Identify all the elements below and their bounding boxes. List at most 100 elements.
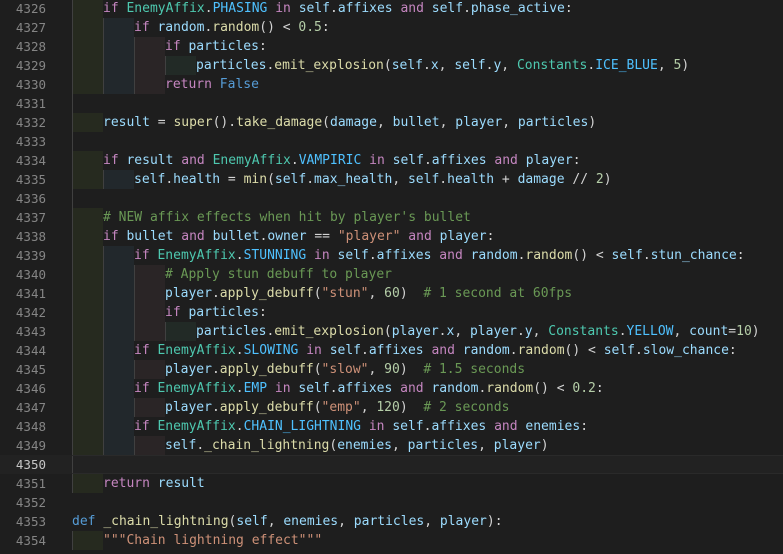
code-token: , xyxy=(368,286,385,301)
code-line[interactable]: 4335 self.health = min(self.max_health, s… xyxy=(0,170,783,189)
code-line[interactable]: 4347 player.apply_debuff("emp", 120) # 2 … xyxy=(0,398,783,417)
code-token: # Apply stun debuff to player xyxy=(165,267,392,282)
code-token: player xyxy=(165,400,212,415)
code-text: if bullet and bullet.owner == "player" a… xyxy=(103,227,494,246)
code-token: self xyxy=(431,1,464,16)
code-line[interactable]: 4353 def _chain_lightning(self, enemies, … xyxy=(0,512,783,531)
code-line[interactable]: 4351 return result xyxy=(0,474,783,493)
code-token: self xyxy=(298,381,330,396)
code-text: self._chain_lightning(enemies, particles… xyxy=(165,436,549,455)
code-line[interactable]: 4349 self._chain_lightning(enemies, parti… xyxy=(0,436,783,455)
code-line[interactable]: 4340 # Apply stun debuff to player xyxy=(0,265,783,284)
code-line[interactable]: 4354 """Chain lightning effect""" xyxy=(0,531,783,550)
indent-guide xyxy=(72,18,73,37)
code-line[interactable]: 4352 xyxy=(0,493,783,512)
code-text: if EnemyAffix.STUNNING in self.affixes a… xyxy=(134,246,745,265)
code-token: count xyxy=(689,324,729,339)
code-line[interactable]: 4332 result = super().take_damage(damage,… xyxy=(0,113,783,132)
code-line[interactable]: 4328 if particles: xyxy=(0,37,783,56)
indent-band xyxy=(72,379,103,398)
indent-guide xyxy=(72,341,73,360)
code-text: self.health = min(self.max_health, self.… xyxy=(134,170,612,189)
code-text: player.apply_debuff("stun", 60) # 1 seco… xyxy=(165,284,572,303)
code-token: . xyxy=(290,153,299,168)
line-number: 4329 xyxy=(15,58,46,73)
indent-band xyxy=(72,531,103,550)
code-token: affixes xyxy=(368,343,424,358)
code-token: 2 xyxy=(595,172,604,187)
code-token: random xyxy=(486,381,534,396)
code-line[interactable]: 4345 player.apply_debuff("slow", 90) # 1.… xyxy=(0,360,783,379)
indent-band xyxy=(72,56,103,75)
code-token: . xyxy=(509,343,518,358)
code-token: player xyxy=(165,286,212,301)
indent-band xyxy=(103,170,134,189)
code-line[interactable]: 4330 return False xyxy=(0,75,783,94)
indent-guide xyxy=(72,113,73,132)
code-line[interactable]: 4346 if EnemyAffix.EMP in self.affixes an… xyxy=(0,379,783,398)
code-token: super xyxy=(173,115,213,130)
code-line[interactable]: 4341 player.apply_debuff("stun", 60) # 1 … xyxy=(0,284,783,303)
code-token: : xyxy=(595,381,604,396)
code-token: owner xyxy=(267,229,307,244)
code-token: + xyxy=(494,172,518,187)
code-line[interactable]: 4333 xyxy=(0,132,783,151)
code-line[interactable]: 4336 xyxy=(0,189,783,208)
code-token: . xyxy=(211,362,220,377)
indent-band xyxy=(72,18,103,37)
code-line[interactable]: 4326 if EnemyAffix.PHASING in self.affixe… xyxy=(0,0,783,18)
code-token: random xyxy=(157,20,205,35)
indent-guide xyxy=(72,265,73,284)
indent-guide xyxy=(134,303,135,322)
code-token: _chain_lightning xyxy=(103,514,229,529)
code-token: """Chain lightning effect""" xyxy=(103,533,323,548)
code-token: affixes xyxy=(337,381,393,396)
code-text: if particles: xyxy=(165,37,267,56)
code-token: ) xyxy=(540,438,549,453)
code-token: self xyxy=(134,172,166,187)
code-token: : xyxy=(486,229,495,244)
code-editor[interactable]: 4326 if EnemyAffix.PHASING in self.affixe… xyxy=(0,0,783,554)
code-token: ( xyxy=(313,362,322,377)
code-token: and xyxy=(423,343,463,358)
code-line[interactable]: 4329 particles.emit_explosion(self.x, sel… xyxy=(0,56,783,75)
indent-guide xyxy=(72,227,73,246)
indent-guide xyxy=(103,360,104,379)
code-token: STUNNING xyxy=(243,248,307,263)
code-token: player xyxy=(439,514,487,529)
code-line[interactable]: 4338 if bullet and bullet.owner == "playe… xyxy=(0,227,783,246)
indent-band xyxy=(72,284,103,303)
code-line[interactable]: 4337 # NEW affix effects when hit by play… xyxy=(0,208,783,227)
indent-guide xyxy=(134,322,135,341)
code-line[interactable]: 4344 if EnemyAffix.SLOWING in self.affixe… xyxy=(0,341,783,360)
code-line[interactable]: 4342 if particles: xyxy=(0,303,783,322)
code-line[interactable]: 4327 if random.random() < 0.5: xyxy=(0,18,783,37)
code-token: Constants xyxy=(516,58,588,73)
line-number: 4336 xyxy=(15,191,46,206)
code-line[interactable]: 4331 xyxy=(0,94,783,113)
code-token: ) xyxy=(681,58,690,73)
code-line[interactable]: 4339 if EnemyAffix.STUNNING in self.affix… xyxy=(0,246,783,265)
code-token: False xyxy=(219,77,259,92)
code-token: enemies xyxy=(337,438,392,453)
code-token: in xyxy=(361,419,393,434)
code-line[interactable]: 4334 if result and EnemyAffix.VAMPIRIC in… xyxy=(0,151,783,170)
code-token: particles xyxy=(517,115,589,130)
line-number: 4351 xyxy=(15,476,46,491)
indent-guide xyxy=(103,37,104,56)
code-line[interactable]: 4348 if EnemyAffix.CHAIN_LIGHTNING in sel… xyxy=(0,417,783,436)
code-token: player xyxy=(439,229,487,244)
code-token: . xyxy=(235,419,244,434)
code-token: 10 xyxy=(736,324,752,339)
indent-guide xyxy=(72,151,73,170)
code-token: : xyxy=(258,305,267,320)
indent-guide xyxy=(103,170,104,189)
code-line[interactable]: 4350 xyxy=(0,455,783,474)
indent-guide xyxy=(134,56,135,75)
code-token: self xyxy=(392,419,424,434)
code-line[interactable]: 4343 particles.emit_explosion(player.x, p… xyxy=(0,322,783,341)
code-token: , xyxy=(392,172,408,187)
code-token: and xyxy=(486,419,526,434)
code-token: if xyxy=(165,305,189,320)
indent-band xyxy=(72,151,103,170)
